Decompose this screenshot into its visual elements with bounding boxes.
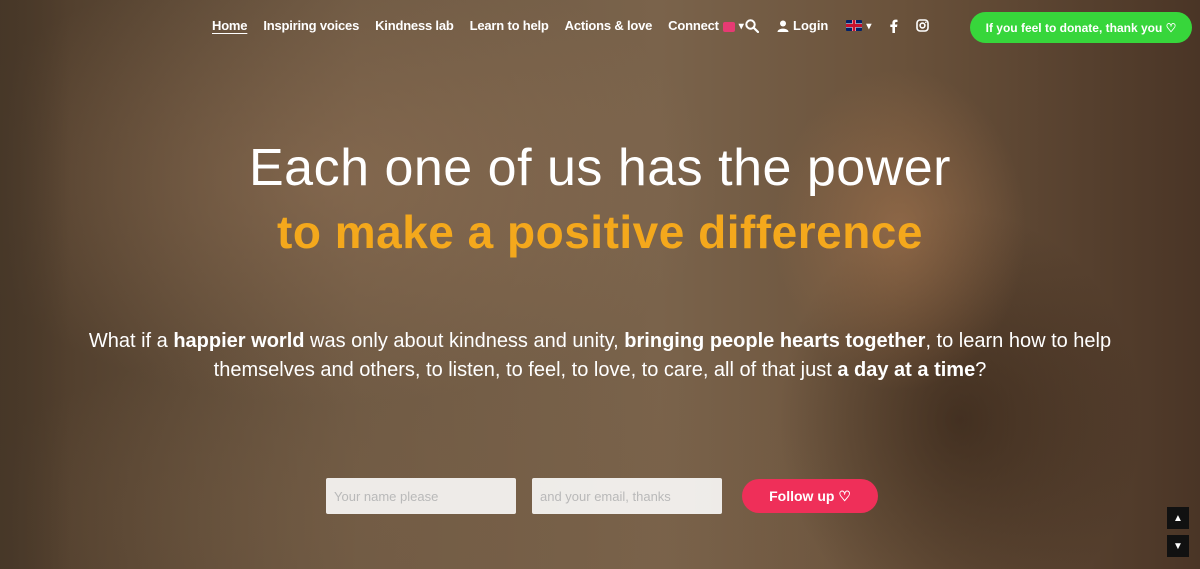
nav-utilities: Login ▾ xyxy=(745,18,930,33)
main-menu: Home Inspiring voices Kindness lab Learn… xyxy=(212,18,744,33)
follow-up-button[interactable]: Follow up ♡ xyxy=(742,479,878,513)
chevron-down-icon: ▾ xyxy=(866,21,872,32)
scroll-down-button[interactable]: ▼ xyxy=(1167,535,1189,557)
nav-connect[interactable]: Connect ▾ xyxy=(668,18,744,33)
nav-inspiring-voices[interactable]: Inspiring voices xyxy=(263,18,359,33)
user-icon xyxy=(777,20,789,32)
name-input[interactable] xyxy=(326,478,516,514)
email-input[interactable] xyxy=(532,478,722,514)
hero-headline: Each one of us has the power xyxy=(248,139,951,197)
intro-text: ? xyxy=(975,359,987,381)
facebook-icon[interactable] xyxy=(889,19,898,33)
hero-intro: What if a happier world was only about k… xyxy=(40,327,1160,385)
nav-learn-to-help[interactable]: Learn to help xyxy=(470,18,549,33)
subscribe-form: Follow up ♡ xyxy=(326,478,878,514)
intro-text: was only about kindness and unity, xyxy=(304,330,625,352)
uk-flag-icon xyxy=(846,20,863,31)
heart-icon xyxy=(722,21,735,32)
hero-subheadline: to make a positive difference xyxy=(277,206,923,258)
donate-button[interactable]: If you feel to donate, thank you ♡ xyxy=(970,12,1192,43)
login-link[interactable]: Login xyxy=(777,18,828,33)
nav-kindness-lab[interactable]: Kindness lab xyxy=(375,18,454,33)
login-label: Login xyxy=(793,18,829,33)
search-icon[interactable] xyxy=(745,18,759,33)
intro-bold-happier-world: happier world xyxy=(173,330,305,352)
arrow-up-icon: ▲ xyxy=(1173,512,1183,524)
intro-text: What if a xyxy=(88,330,174,352)
nav-actions-love[interactable]: Actions & love xyxy=(565,18,653,33)
nav-home[interactable]: Home xyxy=(212,18,248,33)
top-navigation: Home Inspiring voices Kindness lab Learn… xyxy=(0,10,1200,46)
chevron-down-icon: ▾ xyxy=(738,21,744,32)
intro-bold-bringing-people: bringing people hearts together xyxy=(624,330,926,352)
scroll-up-button[interactable]: ▲ xyxy=(1167,507,1189,529)
arrow-down-icon: ▼ xyxy=(1173,540,1183,552)
instagram-icon[interactable] xyxy=(916,19,930,32)
intro-bold-day-at-a-time: a day at a time xyxy=(837,359,976,381)
nav-connect-label: Connect xyxy=(668,18,719,33)
language-selector[interactable]: ▾ xyxy=(846,20,872,32)
